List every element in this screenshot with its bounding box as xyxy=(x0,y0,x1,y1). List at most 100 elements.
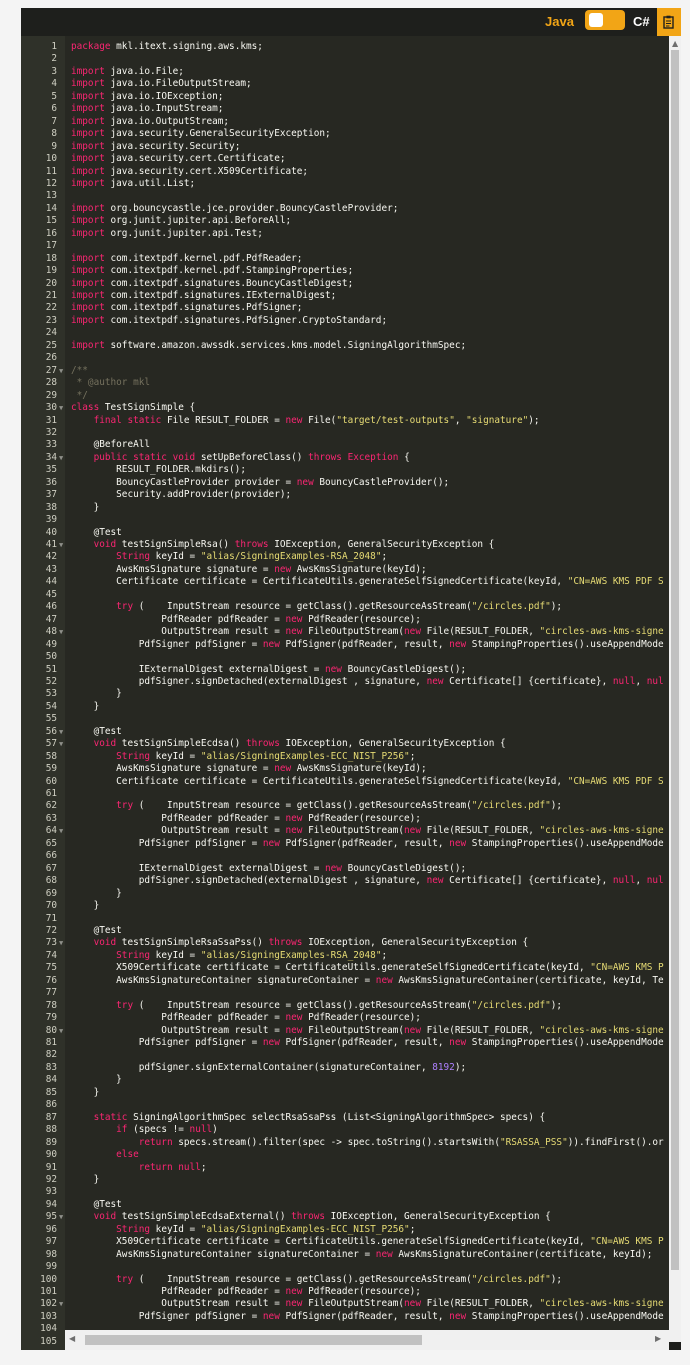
scroll-up-arrow-icon[interactable]: ▲ xyxy=(672,39,678,48)
code-token: new xyxy=(325,862,342,874)
code-token: new xyxy=(262,1037,280,1048)
code-token: PdfSigner(pdfReader, result, xyxy=(279,1310,450,1322)
vertical-scroll-thumb[interactable] xyxy=(671,50,679,1270)
code-token: TestSignSimple { xyxy=(99,402,196,414)
code-token: StampingProperties().useAppendMode xyxy=(466,638,664,650)
line-number: 30 xyxy=(45,402,57,414)
fold-arrow-icon[interactable]: ▼ xyxy=(59,1025,63,1037)
code-token: */ xyxy=(71,389,88,401)
code-token: "alias/SigningExamples-RSA_2048" xyxy=(200,551,382,563)
code-token: throws xyxy=(291,1211,326,1223)
line-number: 3 xyxy=(51,65,57,77)
code-line: void testSignSimpleEcdsa() throws IOExce… xyxy=(71,738,506,750)
code-line: class TestSignSimple { xyxy=(71,402,195,414)
code-token: ( InputStream resource = getClass().getR… xyxy=(133,800,472,812)
line-number: 42 xyxy=(45,551,57,563)
code-token: , xyxy=(635,675,647,687)
code-line: PdfReader pdfReader = new PdfReader(reso… xyxy=(71,1286,421,1298)
code-line: OutputStream result = new FileOutputStre… xyxy=(71,1025,663,1037)
fold-arrow-icon[interactable]: ▼ xyxy=(59,738,63,750)
java-language-label[interactable]: Java xyxy=(545,14,574,29)
line-number: 97 xyxy=(45,1236,57,1248)
code-token: IExternalDigest externalDigest = xyxy=(71,862,325,874)
code-line: Certificate certificate = CertificateUti… xyxy=(71,776,664,788)
csharp-language-label[interactable]: C# xyxy=(633,14,650,29)
fold-arrow-icon[interactable]: ▼ xyxy=(59,937,63,949)
code-token: return xyxy=(138,1136,173,1148)
fold-arrow-icon[interactable]: ▼ xyxy=(59,452,63,464)
code-line: return specs.stream().filter(spec -> spe… xyxy=(71,1137,664,1149)
code-line: import com.itextpdf.signatures.BouncyCas… xyxy=(71,278,353,290)
code-token: void xyxy=(93,937,117,949)
vertical-scrollbar[interactable]: ▲ xyxy=(669,36,681,1342)
line-number: 56 xyxy=(45,725,57,737)
code-line: } xyxy=(71,1087,100,1099)
code-token: PdfSigner pdfSigner = xyxy=(71,1037,263,1048)
line-number: 24 xyxy=(45,327,57,339)
code-line: AwsKmsSignature signature = new AwsKmsSi… xyxy=(71,763,426,775)
code-line: PdfSigner pdfSigner = new PdfSigner(pdfR… xyxy=(71,1311,664,1323)
line-number: 55 xyxy=(45,713,57,725)
scroll-left-arrow-icon[interactable]: ◀ xyxy=(69,1334,75,1343)
code-token: import xyxy=(71,202,105,214)
line-number: 96 xyxy=(45,1223,57,1235)
scroll-right-arrow-icon[interactable]: ▶ xyxy=(655,1334,661,1343)
code-token: import xyxy=(71,103,105,115)
code-line: String keyId = "alias/SigningExamples-RS… xyxy=(71,950,387,962)
fold-arrow-icon[interactable]: ▼ xyxy=(59,726,63,738)
code-token: import xyxy=(71,290,105,301)
code-line: /** xyxy=(71,365,88,377)
code-token: keyId = xyxy=(150,750,201,762)
code-token: "alias/SigningExamples-ECC_NIST_P256" xyxy=(200,750,410,762)
code-content[interactable]: package mkl.itext.signing.aws.kms; import… xyxy=(65,36,669,1340)
code-line: PdfReader pdfReader = new PdfReader(reso… xyxy=(71,1012,421,1024)
line-number: 8 xyxy=(51,128,57,140)
code-token: org.bouncycastle.jce.provider.BouncyCast… xyxy=(104,202,399,214)
code-token: import xyxy=(71,265,105,277)
code-token: com.itextpdf.signatures.PdfSigner.Crypto… xyxy=(104,314,388,326)
code-line: import java.io.OutputStream; xyxy=(71,116,229,128)
code-line: import java.io.FileOutputStream; xyxy=(71,78,252,90)
code-token: try xyxy=(116,800,134,812)
code-token: String xyxy=(116,949,151,961)
code-token: java.io.IOException; xyxy=(104,90,224,102)
code-line: * @author mkl xyxy=(71,377,150,389)
code-token: specs.stream().filter(spec -> spec.toStr… xyxy=(172,1136,500,1148)
code-token: PdfSigner pdfSigner = xyxy=(71,837,263,849)
code-token: new xyxy=(449,638,467,650)
code-token: ; xyxy=(381,949,388,961)
horizontal-scroll-thumb[interactable] xyxy=(85,1335,422,1345)
horizontal-scrollbar[interactable]: ◀ ▶ xyxy=(65,1330,669,1350)
line-number: 41 xyxy=(45,539,57,550)
toggle-knob[interactable] xyxy=(589,13,603,27)
code-line: AwsKmsSignature signature = new AwsKmsSi… xyxy=(71,563,426,576)
fold-arrow-icon[interactable]: ▼ xyxy=(59,825,63,837)
line-number: 10 xyxy=(45,153,57,165)
line-number: 90 xyxy=(45,1149,57,1161)
code-line: public static void setUpBeforeClass() th… xyxy=(71,452,410,464)
fold-arrow-icon[interactable]: ▼ xyxy=(59,402,63,414)
copy-code-button[interactable] xyxy=(657,8,681,36)
language-toggle[interactable] xyxy=(585,10,625,30)
code-line: import java.security.cert.Certificate; xyxy=(71,153,286,165)
code-line: String keyId = "alias/SigningExamples-EC… xyxy=(71,1224,415,1236)
fold-arrow-icon[interactable]: ▼ xyxy=(59,1298,63,1310)
line-number: 9 xyxy=(51,140,57,152)
code-token: File RESULT_FOLDER = xyxy=(161,414,286,426)
code-token: java.io.InputStream; xyxy=(104,103,224,115)
code-token: new xyxy=(285,626,303,638)
code-token: BouncyCastleDigest(); xyxy=(341,663,467,675)
code-token: return null xyxy=(138,1161,201,1173)
fold-arrow-icon[interactable]: ▼ xyxy=(59,365,63,377)
fold-arrow-icon[interactable]: ▼ xyxy=(59,539,63,551)
line-number: 57 xyxy=(45,738,57,750)
fold-arrow-icon[interactable]: ▼ xyxy=(59,1211,63,1223)
code-token: AwsKmsSignatureContainer(certificate, ke… xyxy=(392,974,664,986)
code-token: PdfSigner(pdfReader, result, xyxy=(279,638,450,650)
fold-arrow-icon[interactable]: ▼ xyxy=(59,626,63,638)
code-token: String xyxy=(116,750,151,762)
code-token: new xyxy=(274,563,292,575)
